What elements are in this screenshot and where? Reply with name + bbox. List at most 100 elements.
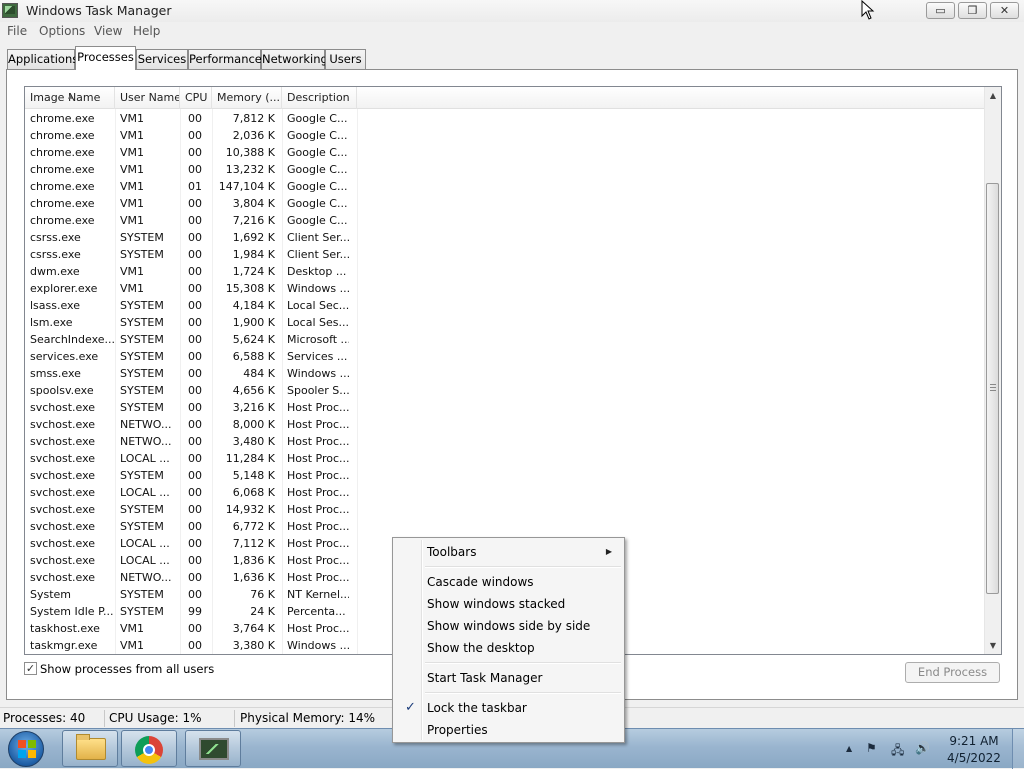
column-header-image-name[interactable]: ▲ Image Name xyxy=(25,87,115,109)
process-user-name: LOCAL ... xyxy=(120,554,170,567)
process-description: Google C... xyxy=(287,197,348,210)
taskbar-chrome-button[interactable] xyxy=(121,730,177,767)
table-row[interactable]: dwm.exe VM1 00 1,724 K Desktop ... xyxy=(25,263,985,280)
table-row[interactable]: chrome.exe VM1 00 10,388 K Google C... xyxy=(25,144,985,161)
task-manager-icon xyxy=(2,3,18,18)
table-row[interactable]: chrome.exe VM1 00 7,216 K Google C... xyxy=(25,212,985,229)
table-row[interactable]: svchost.exe SYSTEM 00 3,216 K Host Proc... xyxy=(25,399,985,416)
network-icon[interactable]: 🖧 xyxy=(891,741,904,762)
process-user-name: NETWO... xyxy=(120,418,172,431)
table-row[interactable]: svchost.exe LOCAL ... 00 11,284 K Host Proc.… xyxy=(25,450,985,467)
process-memory: 5,624 K xyxy=(232,333,275,346)
table-row[interactable]: svchost.exe NETWO... 00 8,000 K Host Proc... xyxy=(25,416,985,433)
process-memory: 6,772 K xyxy=(232,520,275,533)
menu-item-toolbars[interactable]: Toolbars ▶ xyxy=(395,541,622,563)
process-image-name: chrome.exe xyxy=(30,197,95,210)
process-memory: 1,636 K xyxy=(232,571,275,584)
process-description: Client Ser... xyxy=(287,231,349,244)
table-row[interactable]: svchost.exe LOCAL ... 00 6,068 K Host Proc..… xyxy=(25,484,985,501)
vertical-scrollbar[interactable]: ▲ ▼ xyxy=(984,87,1001,654)
table-row[interactable]: lsass.exe SYSTEM 00 4,184 K Local Sec... xyxy=(25,297,985,314)
column-header-description[interactable]: Description xyxy=(282,87,357,109)
volume-icon[interactable]: 🔊 xyxy=(915,741,930,755)
process-user-name: VM1 xyxy=(120,622,145,635)
process-description: Google C... xyxy=(287,180,348,193)
process-image-name: svchost.exe xyxy=(30,554,96,567)
tab-users[interactable]: Users xyxy=(325,49,366,69)
process-memory: 4,656 K xyxy=(232,384,275,397)
process-user-name: SYSTEM xyxy=(120,299,164,312)
scroll-up-arrow-icon[interactable]: ▲ xyxy=(985,87,1001,104)
restore-button[interactable]: ❐ xyxy=(958,2,987,19)
menu-item-properties[interactable]: Properties xyxy=(395,719,622,741)
show-desktop-button[interactable] xyxy=(1012,729,1024,769)
process-cpu: 00 xyxy=(188,588,202,601)
menu-item-show-windows-side-by-side[interactable]: Show windows side by side xyxy=(395,615,622,637)
show-hidden-icons-arrow-icon[interactable]: ▲ xyxy=(846,744,852,753)
taskbar-explorer-button[interactable] xyxy=(62,730,118,767)
table-row[interactable]: svchost.exe SYSTEM 00 5,148 K Host Proc... xyxy=(25,467,985,484)
taskbar-task-manager-button[interactable] xyxy=(185,730,241,767)
minimize-button[interactable]: ▭ xyxy=(926,2,955,19)
table-row[interactable]: svchost.exe NETWO... 00 3,480 K Host Proc... xyxy=(25,433,985,450)
menu-view[interactable]: View xyxy=(94,24,122,38)
process-user-name: VM1 xyxy=(120,112,145,125)
table-row[interactable]: svchost.exe SYSTEM 00 14,932 K Host Proc... xyxy=(25,501,985,518)
table-row[interactable]: csrss.exe SYSTEM 00 1,984 K Client Ser... xyxy=(25,246,985,263)
scrollbar-thumb[interactable] xyxy=(986,183,999,594)
process-description: Google C... xyxy=(287,214,348,227)
process-image-name: lsm.exe xyxy=(30,316,73,329)
tab-services[interactable]: Services xyxy=(136,49,188,69)
table-row[interactable]: chrome.exe VM1 00 3,804 K Google C... xyxy=(25,195,985,212)
column-header-cpu[interactable]: CPU xyxy=(180,87,212,109)
process-user-name: SYSTEM xyxy=(120,588,164,601)
menu-item-show-windows-stacked[interactable]: Show windows stacked xyxy=(395,593,622,615)
process-cpu: 00 xyxy=(188,333,202,346)
checkbox-box[interactable]: ✓ xyxy=(24,662,37,675)
close-button[interactable]: ✕ xyxy=(990,2,1019,19)
menu-item-show-desktop[interactable]: Show the desktop xyxy=(395,637,622,659)
table-row[interactable]: svchost.exe SYSTEM 00 6,772 K Host Proc... xyxy=(25,518,985,535)
tab-performance[interactable]: Performance xyxy=(188,49,262,69)
tab-networking[interactable]: Networking xyxy=(261,49,328,69)
process-user-name: SYSTEM xyxy=(120,316,164,329)
table-row[interactable]: SearchIndexe... SYSTEM 00 5,624 K Microsoft … xyxy=(25,331,985,348)
process-cpu: 00 xyxy=(188,112,202,125)
process-cpu: 00 xyxy=(188,146,202,159)
status-divider xyxy=(234,710,235,727)
column-label: Memory (... xyxy=(217,91,281,104)
process-image-name: System Idle P... xyxy=(30,605,114,618)
scroll-down-arrow-icon[interactable]: ▼ xyxy=(985,637,1001,654)
column-label: Image Name xyxy=(30,91,101,104)
end-process-button[interactable]: End Process xyxy=(905,662,1000,683)
table-row[interactable]: chrome.exe VM1 00 7,812 K Google C... xyxy=(25,110,985,127)
menu-help[interactable]: Help xyxy=(133,24,160,38)
table-row[interactable]: explorer.exe VM1 00 15,308 K Windows ... xyxy=(25,280,985,297)
column-header-user-name[interactable]: User Name xyxy=(115,87,180,109)
tab-applications[interactable]: Applications xyxy=(7,49,78,69)
menu-file[interactable]: File xyxy=(7,24,27,38)
menu-item-lock-taskbar[interactable]: ✓ Lock the taskbar xyxy=(395,697,622,719)
table-row[interactable]: chrome.exe VM1 01 147,104 K Google C... xyxy=(25,178,985,195)
table-row[interactable]: chrome.exe VM1 00 2,036 K Google C... xyxy=(25,127,985,144)
column-header-memory[interactable]: Memory (... xyxy=(212,87,282,109)
table-row[interactable]: spoolsv.exe SYSTEM 00 4,656 K Spooler S... xyxy=(25,382,985,399)
clock-date[interactable]: 4/5/2022 xyxy=(944,751,1004,765)
table-row[interactable]: chrome.exe VM1 00 13,232 K Google C... xyxy=(25,161,985,178)
tab-processes[interactable]: Processes xyxy=(75,46,136,70)
process-image-name: chrome.exe xyxy=(30,129,95,142)
menu-item-cascade-windows[interactable]: Cascade windows xyxy=(395,571,622,593)
table-row[interactable]: services.exe SYSTEM 00 6,588 K Services ... xyxy=(25,348,985,365)
menu-item-start-task-manager[interactable]: Start Task Manager xyxy=(395,667,622,689)
process-user-name: SYSTEM xyxy=(120,248,164,261)
action-center-flag-icon[interactable]: ⚑ xyxy=(866,741,877,755)
clock-time[interactable]: 9:21 AM xyxy=(944,734,1004,748)
table-row[interactable]: csrss.exe SYSTEM 00 1,692 K Client Ser... xyxy=(25,229,985,246)
table-row[interactable]: lsm.exe SYSTEM 00 1,900 K Local Ses... xyxy=(25,314,985,331)
process-description: Windows ... xyxy=(287,639,349,652)
process-memory: 7,112 K xyxy=(232,537,275,550)
process-description: Host Proc... xyxy=(287,452,349,465)
table-row[interactable]: smss.exe SYSTEM 00 484 K Windows ... xyxy=(25,365,985,382)
menu-options[interactable]: Options xyxy=(39,24,85,38)
start-button[interactable] xyxy=(8,731,44,767)
